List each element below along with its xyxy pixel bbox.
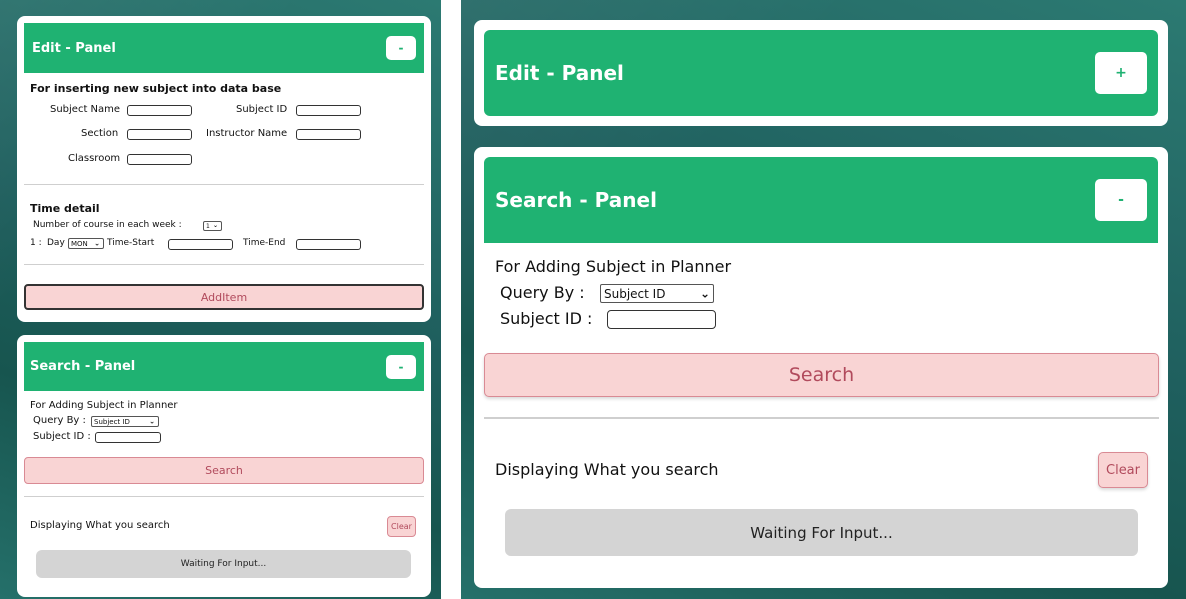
day-value: MON — [71, 239, 88, 248]
course-count-value: 1 — [206, 222, 210, 230]
right-edit-panel-title: Edit - Panel — [495, 61, 624, 85]
right-subject-id-label: Subject ID : — [500, 309, 593, 328]
subject-id-input[interactable] — [296, 105, 361, 116]
classroom-label: Classroom — [68, 153, 121, 164]
right-edit-panel: Edit - Panel + — [474, 20, 1168, 126]
left-query-by-value: Subject ID — [94, 417, 130, 426]
instructor-name-label: Instructor Name — [206, 128, 288, 139]
course-count-select[interactable]: 1 ⌄ — [203, 221, 222, 231]
right-search-panel-title: Search - Panel — [495, 188, 657, 212]
subject-name-input[interactable] — [127, 105, 192, 116]
right-search-panel-toggle-button[interactable]: - — [1095, 179, 1147, 221]
right-search-divider — [484, 417, 1159, 419]
right-search-panel: Search - Panel - For Adding Subject in P… — [474, 147, 1168, 588]
chevron-down-icon: ⌄ — [212, 222, 218, 230]
right-search-panel-header: Search - Panel - — [484, 157, 1158, 243]
right-clear-button[interactable]: Clear — [1098, 452, 1148, 488]
edit-divider-2 — [24, 264, 424, 265]
section-label: Section — [81, 128, 119, 139]
course-count-label: Number of course in each week : — [33, 220, 182, 230]
time-start-input[interactable] — [168, 239, 233, 250]
left-clear-button[interactable]: Clear — [387, 516, 416, 537]
left-query-by-select[interactable]: Subject ID ⌄ — [91, 416, 159, 427]
time-end-label: Time-End — [243, 238, 286, 248]
right-edit-panel-toggle-button[interactable]: + — [1095, 52, 1147, 94]
left-waiting-box: Waiting For Input... — [36, 550, 411, 578]
day-select[interactable]: MON ⌄ — [68, 238, 104, 249]
insert-heading: For inserting new subject into data base — [30, 82, 282, 95]
left-query-by-label: Query By : — [33, 415, 86, 426]
left-search-panel: Search - Panel - For Adding Subject in P… — [17, 335, 431, 597]
time-end-input[interactable] — [296, 239, 361, 250]
right-search-heading: For Adding Subject in Planner — [495, 257, 732, 276]
classroom-input[interactable] — [127, 154, 192, 165]
right-query-by-label: Query By : — [500, 283, 585, 302]
left-search-panel-toggle-button[interactable]: - — [386, 355, 416, 379]
left-display-label: Displaying What you search — [30, 520, 170, 531]
chevron-down-icon: ⌄ — [94, 239, 100, 248]
left-search-divider — [24, 496, 424, 497]
right-display-label: Displaying What you search — [495, 460, 719, 479]
edit-divider-1 — [24, 184, 424, 185]
day-label: Day — [47, 238, 65, 248]
left-subject-id-input[interactable] — [95, 432, 161, 443]
right-waiting-box: Waiting For Input... — [505, 509, 1138, 556]
chevron-down-icon: ⌄ — [699, 285, 710, 300]
time-start-label: Time-Start — [107, 238, 155, 248]
left-edit-panel-toggle-button[interactable]: - — [386, 36, 416, 60]
right-edit-panel-header: Edit - Panel + — [484, 30, 1158, 116]
chevron-down-icon: ⌄ — [149, 417, 155, 426]
right-query-by-select[interactable]: Subject ID ⌄ — [600, 284, 714, 303]
left-search-heading: For Adding Subject in Planner — [30, 400, 178, 411]
instructor-name-input[interactable] — [296, 129, 361, 140]
subject-name-label: Subject Name — [50, 104, 121, 115]
add-item-button[interactable]: AddItem — [24, 284, 424, 310]
subject-id-label: Subject ID — [236, 104, 288, 115]
left-search-panel-header: Search - Panel - — [24, 342, 424, 391]
time-detail-heading: Time detail — [30, 202, 100, 215]
left-search-button[interactable]: Search — [24, 457, 424, 484]
section-input[interactable] — [127, 129, 192, 140]
left-edit-panel-title: Edit - Panel — [32, 40, 116, 56]
right-subject-id-input[interactable] — [607, 310, 716, 329]
left-edit-panel-header: Edit - Panel - — [24, 23, 424, 73]
row-index-label: 1 : — [30, 238, 42, 248]
right-query-by-value: Subject ID — [604, 286, 666, 301]
right-search-button[interactable]: Search — [484, 353, 1159, 397]
left-subject-id-label: Subject ID : — [33, 431, 91, 442]
left-edit-panel: Edit - Panel - For inserting new subject… — [17, 16, 431, 322]
left-search-panel-title: Search - Panel — [30, 359, 136, 374]
